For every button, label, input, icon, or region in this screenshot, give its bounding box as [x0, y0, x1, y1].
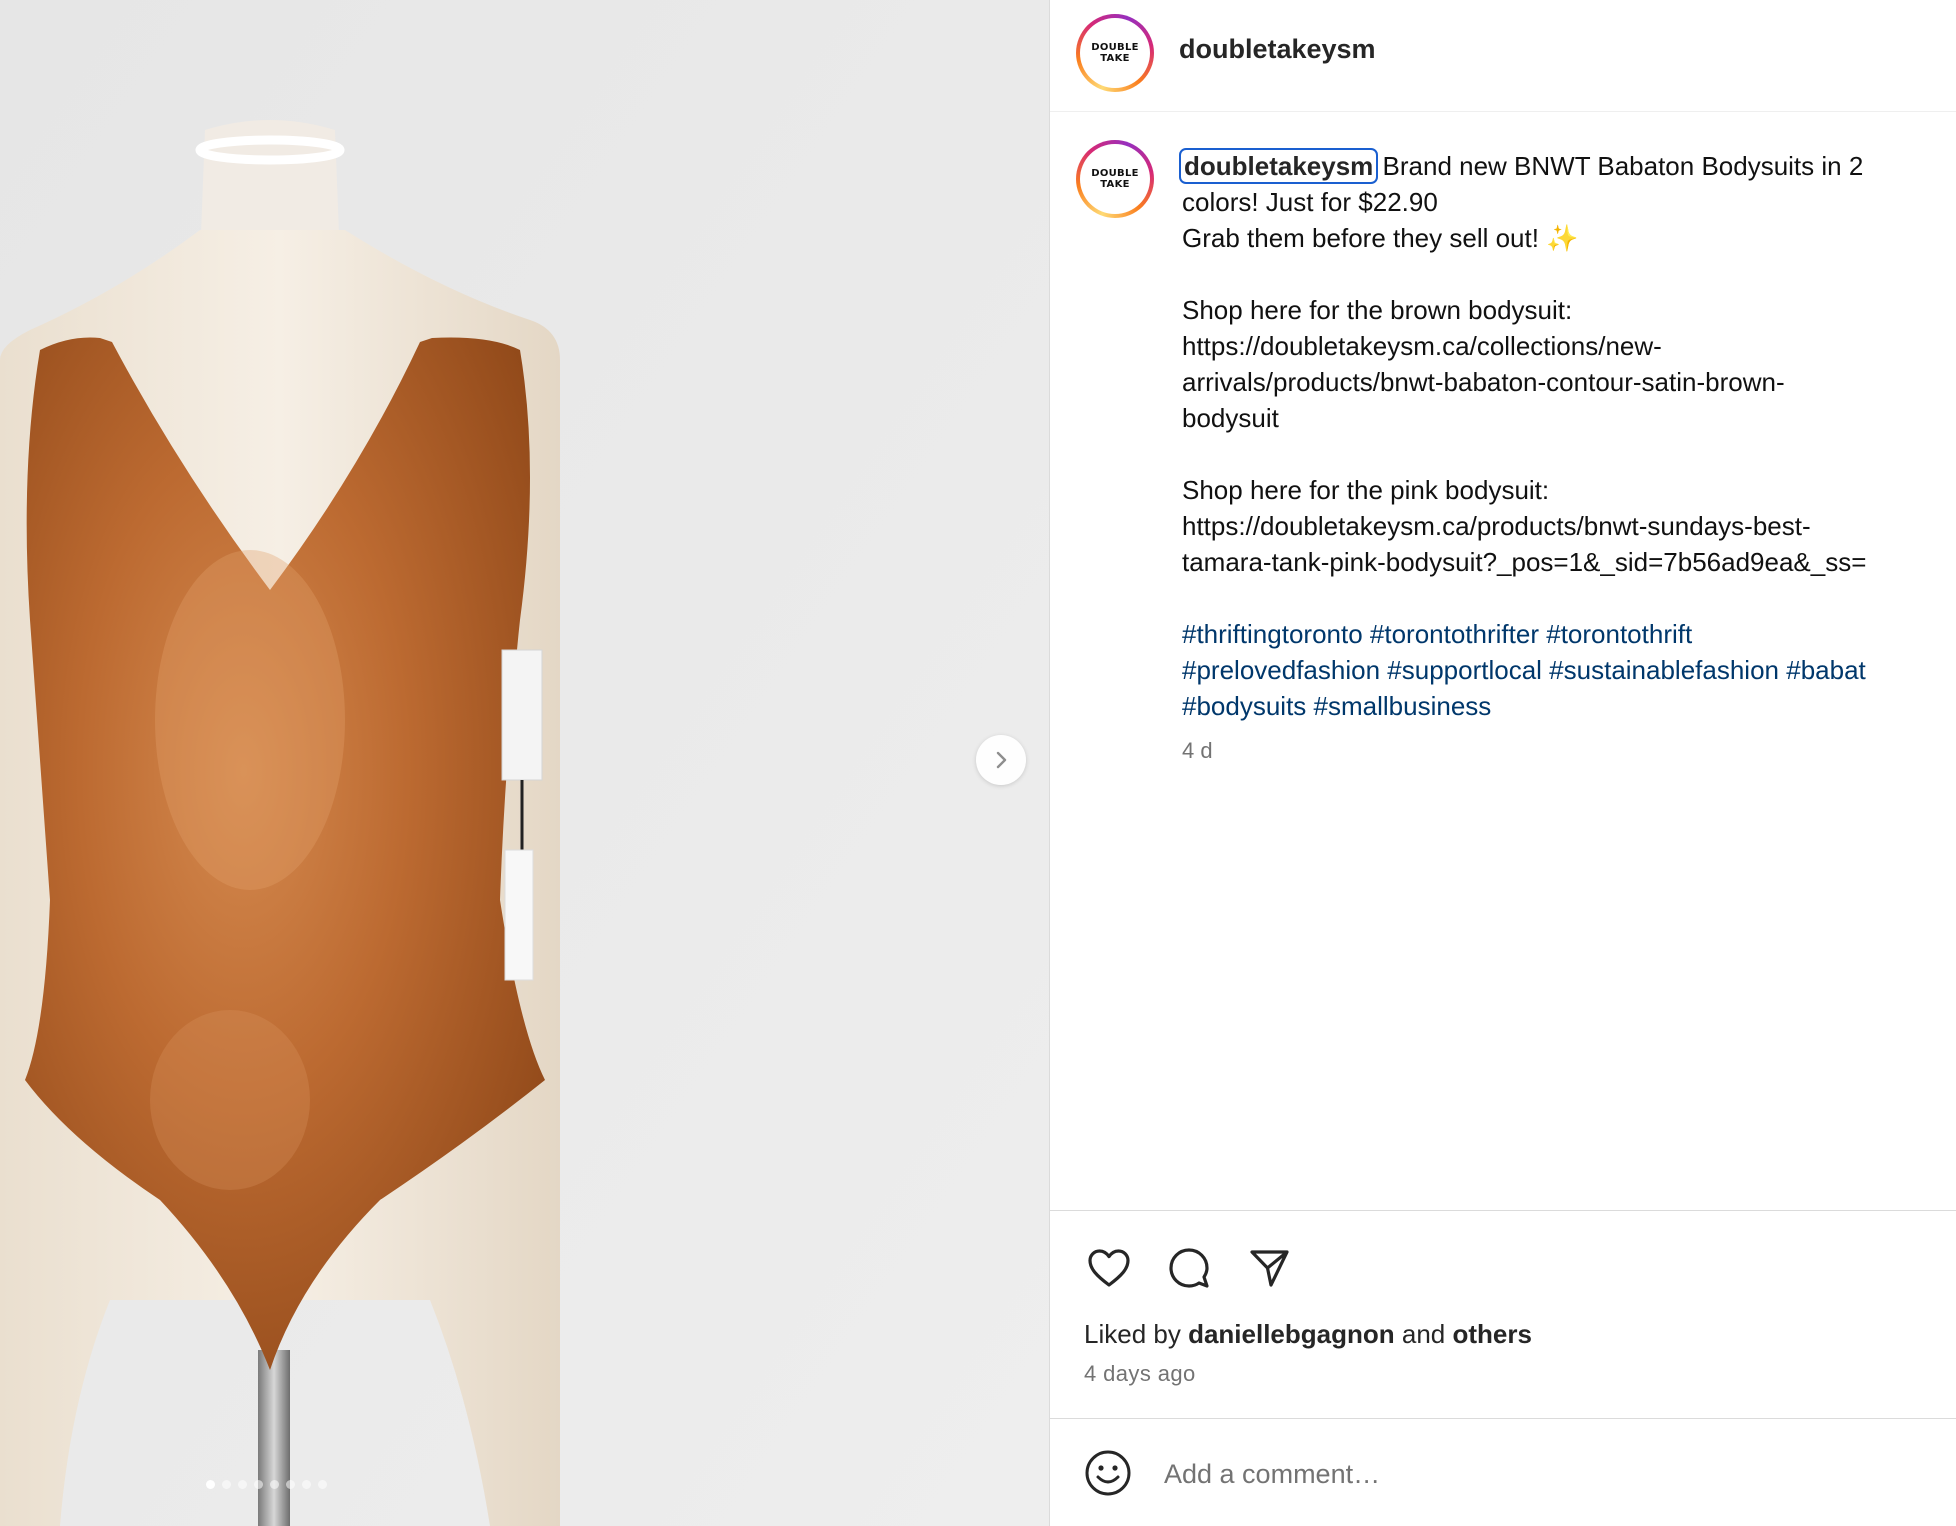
hashtag-link[interactable]: #bodysuits: [1182, 691, 1306, 721]
brown-bodysuit-link[interactable]: bodysuit: [1182, 400, 1956, 436]
caption-line: Grab them before they sell out! ✨: [1182, 220, 1956, 256]
carousel-dot[interactable]: [302, 1480, 311, 1489]
hashtag-link[interactable]: #thriftingtoronto: [1182, 619, 1363, 649]
carousel-dot[interactable]: [222, 1480, 231, 1489]
share-icon: [1250, 1250, 1289, 1287]
carousel-dot[interactable]: [254, 1480, 263, 1489]
smiley-icon: [1085, 1450, 1131, 1496]
caption-text: Brand new BNWT Babaton Bodysuits in 2: [1382, 151, 1864, 181]
liked-by: Liked by daniellebgagnon and others: [1084, 1319, 1532, 1350]
post-media: [0, 0, 1049, 1526]
share-button[interactable]: [1242, 1241, 1296, 1295]
liked-by-prefix: Liked by: [1084, 1319, 1189, 1349]
avatar[interactable]: DOUBLE TAKE: [1076, 14, 1154, 92]
comment-input[interactable]: [1162, 1445, 1926, 1503]
post-photo: [0, 0, 1049, 1526]
caption-line: colors! Just for $22.90: [1182, 187, 1438, 217]
carousel-dot[interactable]: [238, 1480, 247, 1489]
hashtag-link[interactable]: #torontothrifter: [1370, 619, 1539, 649]
header-username[interactable]: doubletakeysm: [1179, 34, 1376, 65]
caption-username[interactable]: doubletakeysm: [1178, 148, 1379, 184]
hashtag-line: #prelovedfashion #supportlocal #sustaina…: [1182, 652, 1956, 688]
sparkle-icon: ✨: [1546, 223, 1579, 253]
instagram-post-view: DOUBLE TAKE doubletakeysm DOUBLE TAKE do…: [0, 0, 1956, 1526]
comment-icon: [1169, 1248, 1209, 1288]
caption-avatar-image: DOUBLE TAKE: [1080, 144, 1150, 214]
caption-brown-heading: Shop here for the brown bodysuit:: [1182, 295, 1573, 325]
hashtag-line: #bodysuits #smallbusiness: [1182, 688, 1956, 724]
comment-box: [1050, 1418, 1956, 1526]
hashtag-link[interactable]: #supportlocal: [1387, 655, 1542, 685]
heart-icon: [1088, 1249, 1130, 1287]
carousel-dot[interactable]: [206, 1480, 215, 1489]
liked-by-others[interactable]: others: [1452, 1319, 1531, 1349]
caption-text: Grab them before they sell out!: [1182, 223, 1547, 253]
caption-avatar-logo-text: DOUBLE TAKE: [1091, 168, 1139, 190]
caption-area: DOUBLE TAKE doubletakeysm Brand new BNWT…: [1050, 112, 1956, 1210]
avatar-logo-text: DOUBLE TAKE: [1091, 42, 1139, 64]
hashtag-link[interactable]: #smallbusiness: [1314, 691, 1492, 721]
carousel-next-button[interactable]: [976, 735, 1026, 785]
like-button[interactable]: [1082, 1241, 1136, 1295]
hashtag-line: #thriftingtoronto #torontothrifter #toro…: [1182, 616, 1956, 652]
hashtag-link[interactable]: #prelovedfashion: [1182, 655, 1380, 685]
post-header: DOUBLE TAKE doubletakeysm: [1050, 0, 1956, 112]
comment-button[interactable]: [1162, 1241, 1216, 1295]
hashtag-link[interactable]: #babat: [1786, 655, 1866, 685]
action-icons: [1082, 1241, 1296, 1295]
pink-bodysuit-link[interactable]: tamara-tank-pink-bodysuit?_pos=1&_sid=7b…: [1182, 544, 1956, 580]
carousel-dots: [206, 1480, 327, 1489]
emoji-button[interactable]: [1084, 1449, 1132, 1497]
carousel-dot[interactable]: [318, 1480, 327, 1489]
caption-avatar[interactable]: DOUBLE TAKE: [1076, 140, 1154, 218]
post-timestamp[interactable]: 4 days ago: [1084, 1361, 1196, 1387]
chevron-right-icon: [996, 751, 1007, 769]
brown-bodysuit-link[interactable]: arrivals/products/bnwt-babaton-contour-s…: [1182, 364, 1956, 400]
liked-by-user[interactable]: daniellebgagnon: [1188, 1319, 1395, 1349]
post-sidebar: DOUBLE TAKE doubletakeysm DOUBLE TAKE do…: [1049, 0, 1956, 1526]
caption-pink-heading: Shop here for the pink bodysuit:: [1182, 475, 1550, 505]
brown-bodysuit-link[interactable]: https://doubletakeysm.ca/collections/new…: [1182, 328, 1956, 364]
pink-bodysuit-link[interactable]: https://doubletakeysm.ca/products/bnwt-s…: [1182, 508, 1956, 544]
post-caption: doubletakeysm Brand new BNWT Babaton Bod…: [1178, 148, 1956, 724]
post-actions: Liked by daniellebgagnon and others 4 da…: [1050, 1210, 1956, 1418]
post-age[interactable]: 4 d: [1182, 738, 1213, 764]
avatar-image: DOUBLE TAKE: [1080, 18, 1150, 88]
hashtag-link[interactable]: #sustainablefashion: [1549, 655, 1779, 685]
carousel-dot[interactable]: [286, 1480, 295, 1489]
carousel-dot[interactable]: [270, 1480, 279, 1489]
hashtag-link[interactable]: #torontothrift: [1546, 619, 1692, 649]
liked-by-mid: and: [1394, 1319, 1453, 1349]
caption-line: doubletakeysm Brand new BNWT Babaton Bod…: [1178, 148, 1956, 184]
